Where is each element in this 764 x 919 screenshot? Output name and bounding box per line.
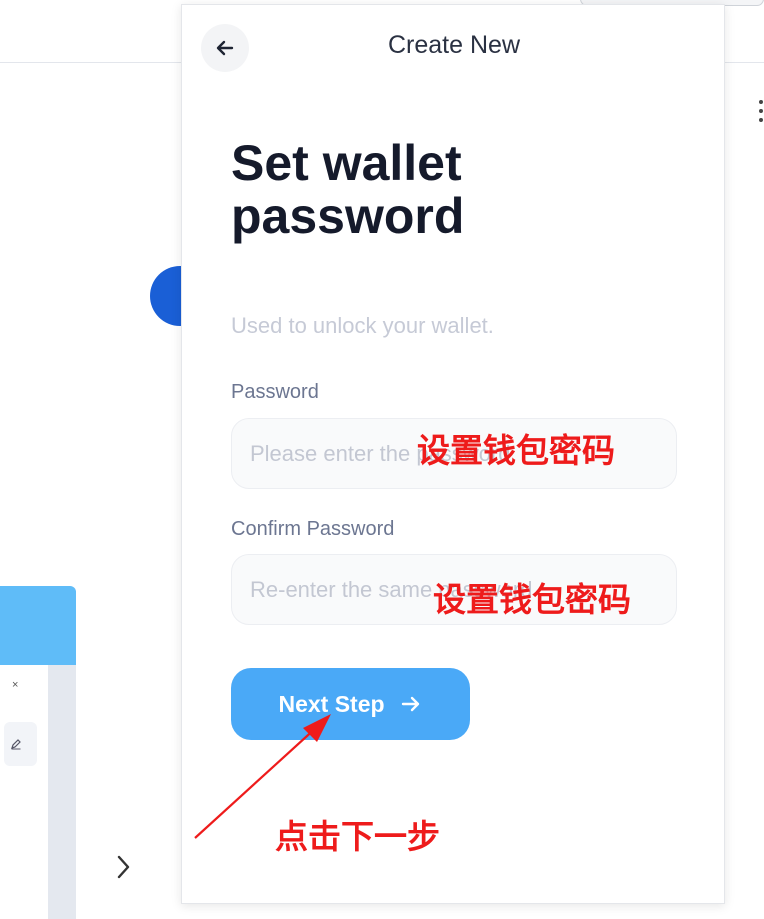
background-card-body (0, 665, 48, 919)
page-heading: Set wallet password (231, 135, 465, 244)
page-subtitle: Used to unlock your wallet. (231, 313, 494, 338)
confirm-password-label: Confirm Password (231, 518, 395, 540)
screen: × Create New Set wallet password Used to… (0, 0, 764, 919)
arrow-right-icon (401, 696, 419, 712)
popup-title: Create New (388, 31, 520, 59)
background-card-header (0, 586, 76, 665)
chevron-right-icon[interactable] (112, 852, 134, 882)
more-vertical-icon[interactable] (758, 100, 764, 126)
password-label: Password (231, 381, 319, 403)
pencil-icon (11, 739, 21, 750)
close-icon[interactable]: × (12, 679, 18, 691)
next-step-annotation: 点击下一步 (275, 817, 440, 856)
password-annotation: 设置钱包密码 (417, 431, 615, 470)
confirm-password-annotation: 设置钱包密码 (433, 580, 631, 619)
next-step-label: Next Step (278, 690, 385, 717)
edit-button[interactable] (4, 722, 37, 766)
next-step-button[interactable]: Next Step (231, 668, 470, 740)
